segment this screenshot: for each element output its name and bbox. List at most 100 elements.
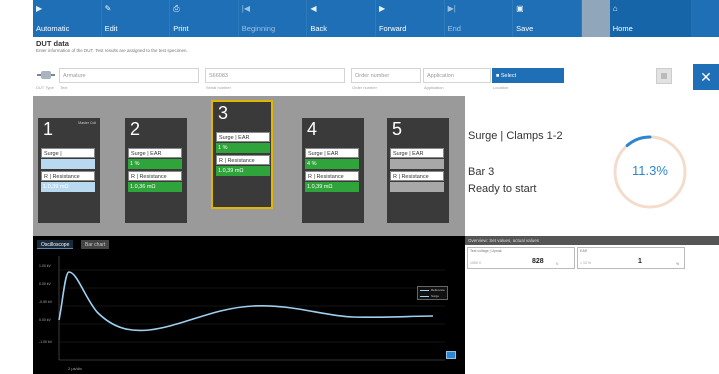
resistance-result: 1.0,39 mΩ	[305, 182, 359, 192]
tab-bar-chart[interactable]: Bar chart	[81, 240, 110, 249]
surge-result	[390, 159, 444, 169]
value-unit: %	[676, 262, 680, 266]
value-setpoint: 1000 V	[470, 261, 482, 265]
value-unit: V	[556, 262, 559, 266]
back-label: Back	[310, 24, 328, 33]
coil-icon[interactable]	[37, 68, 55, 82]
resistance-test-slot[interactable]: R | Resistance	[390, 171, 444, 181]
tab-oscilloscope[interactable]: Oscilloscope	[37, 240, 74, 249]
surge-waveform	[58, 271, 434, 332]
surge-result	[41, 159, 95, 169]
scope-legend: Reference Surge	[417, 286, 448, 300]
save-icon: ▣	[516, 4, 524, 13]
resistance-test-slot[interactable]: R | Resistance	[305, 171, 359, 181]
application-field[interactable]: Application	[423, 68, 491, 83]
application-caption: Application	[424, 85, 444, 90]
channel-panel: 1 Master Coil Surge | R | Resistance 1.0…	[33, 96, 465, 236]
values-header: Overview: Set values, actual values	[465, 236, 719, 245]
waveform-chart	[58, 256, 445, 361]
values-panel: Overview: Set values, actual values Test…	[465, 236, 719, 374]
value-actual: 1	[638, 258, 642, 265]
surge-result: 4 %	[305, 159, 359, 169]
wrench-icon: ✎	[104, 4, 112, 13]
surge-test-slot[interactable]: Surge | EAR	[128, 148, 182, 158]
channel-number: 1	[43, 119, 54, 139]
x-axis-label: 2 µs/div	[68, 366, 82, 371]
surge-test-slot[interactable]: Surge | EAR	[390, 148, 444, 158]
toolbar-spacer	[581, 0, 610, 37]
channel-card-2[interactable]: 2 Surge | EAR 1 % R | Resistance 1.0,36 …	[125, 118, 187, 223]
options-icon	[661, 73, 667, 79]
play-icon: ▶	[36, 4, 43, 13]
channel-number: 5	[392, 119, 403, 139]
status-panel: Surge | Clamps 1-2 Bar 3 Ready to start …	[465, 96, 719, 236]
home-button[interactable]: ⌂ Home	[609, 0, 692, 37]
channel-number: 4	[307, 119, 318, 139]
print-button[interactable]: ⎙ Print	[170, 0, 239, 37]
channel-card-1[interactable]: 1 Master Coil Surge | R | Resistance 1.0…	[38, 118, 100, 223]
channel-card-4[interactable]: 4 Surge | EAR 4 % R | Resistance 1.0,39 …	[302, 118, 364, 223]
location-caption: Location	[493, 85, 509, 90]
end-button[interactable]: ▶| End	[445, 0, 514, 37]
surge-test-slot[interactable]: Surge | EAR	[305, 148, 359, 158]
oscilloscope-panel: Oscilloscope Bar chart 1.00 kV 0.00 kV -…	[33, 236, 465, 374]
automatic-button[interactable]: ▶ Automatic	[33, 0, 102, 37]
ear-cell: EAR < 10 % 1 %	[577, 247, 685, 269]
serial-number-caption: Serial number	[206, 85, 231, 90]
back-icon: ◀	[310, 4, 317, 13]
surge-result: 1 %	[128, 159, 182, 169]
close-button[interactable]: ✕	[693, 64, 719, 90]
channel-card-5[interactable]: 5 Surge | EAR R | Resistance	[387, 118, 449, 223]
progress-text: 11.3%	[632, 163, 668, 178]
state-label: Ready to start	[468, 183, 537, 195]
edit-button[interactable]: ✎ Edit	[102, 0, 171, 37]
resistance-result: 1.0,36 mΩ	[128, 182, 182, 192]
channel-number: 3	[218, 103, 229, 123]
skip-end-icon: ▶|	[447, 4, 456, 13]
surge-test-slot[interactable]: Surge | EAR	[216, 132, 270, 142]
expand-scope-button[interactable]	[446, 351, 456, 359]
dut-type-caption: DUT Type	[36, 85, 54, 90]
end-label: End	[447, 24, 461, 33]
options-button[interactable]	[656, 68, 672, 84]
home-icon: ⌂	[612, 4, 618, 13]
main-toolbar: ▶ Automatic ✎ Edit ⎙ Print |◀ Beginning …	[33, 0, 719, 37]
surge-test-slot[interactable]: Surge |	[41, 148, 95, 158]
channel-card-3[interactable]: 3 Surge | EAR 1 % R | Resistance 1.0,39 …	[211, 100, 273, 209]
edit-label: Edit	[104, 24, 118, 33]
dut-title: DUT data	[36, 39, 69, 48]
bar-label: Bar 3	[468, 166, 495, 178]
order-number-field[interactable]: Order number	[351, 68, 421, 83]
text-field[interactable]: Armature	[59, 68, 199, 83]
location-select[interactable]: ■ Select	[492, 68, 564, 83]
value-actual: 828	[532, 258, 544, 265]
skip-start-icon: |◀	[241, 4, 251, 13]
beginning-button[interactable]: |◀ Beginning	[239, 0, 308, 37]
save-label: Save	[516, 24, 534, 33]
legend-surge: Surge	[418, 293, 447, 299]
beginning-label: Beginning	[241, 24, 276, 33]
dut-subtitle: Enter information of the DUT. Test resul…	[36, 48, 188, 53]
resistance-test-slot[interactable]: R | Resistance	[128, 171, 182, 181]
value-label: Test voltage | Upeak	[470, 249, 502, 253]
scope-plot: 1.00 kV 0.00 kV -0.50 kV 0.00 kV -1.00 k…	[33, 250, 465, 374]
automatic-label: Automatic	[36, 24, 70, 33]
back-button[interactable]: ◀ Back	[307, 0, 376, 37]
dut-fields-row: DUT Type Armature Text S66083 Serial num…	[33, 60, 719, 96]
channel-tag: Master Coil	[78, 121, 96, 125]
surge-result: 1 %	[216, 143, 270, 153]
order-number-caption: Order number	[352, 85, 377, 90]
test-voltage-cell: Test voltage | Upeak 1000 V 828 V	[467, 247, 575, 269]
resistance-test-slot[interactable]: R | Resistance	[216, 155, 270, 165]
home-label: Home	[612, 24, 633, 33]
channel-number: 2	[130, 119, 141, 139]
resistance-result: 1.0,39 mΩ	[216, 166, 270, 176]
serial-number-field[interactable]: S66083	[205, 68, 345, 83]
value-setpoint: < 10 %	[580, 261, 591, 265]
save-button[interactable]: ▣ Save	[513, 0, 582, 37]
forward-label: Forward	[378, 24, 407, 33]
test-title: Surge | Clamps 1-2	[468, 130, 563, 142]
print-icon: ⎙	[173, 4, 180, 13]
forward-button[interactable]: ▶ Forward	[376, 0, 445, 37]
resistance-test-slot[interactable]: R | Resistance	[41, 171, 95, 181]
